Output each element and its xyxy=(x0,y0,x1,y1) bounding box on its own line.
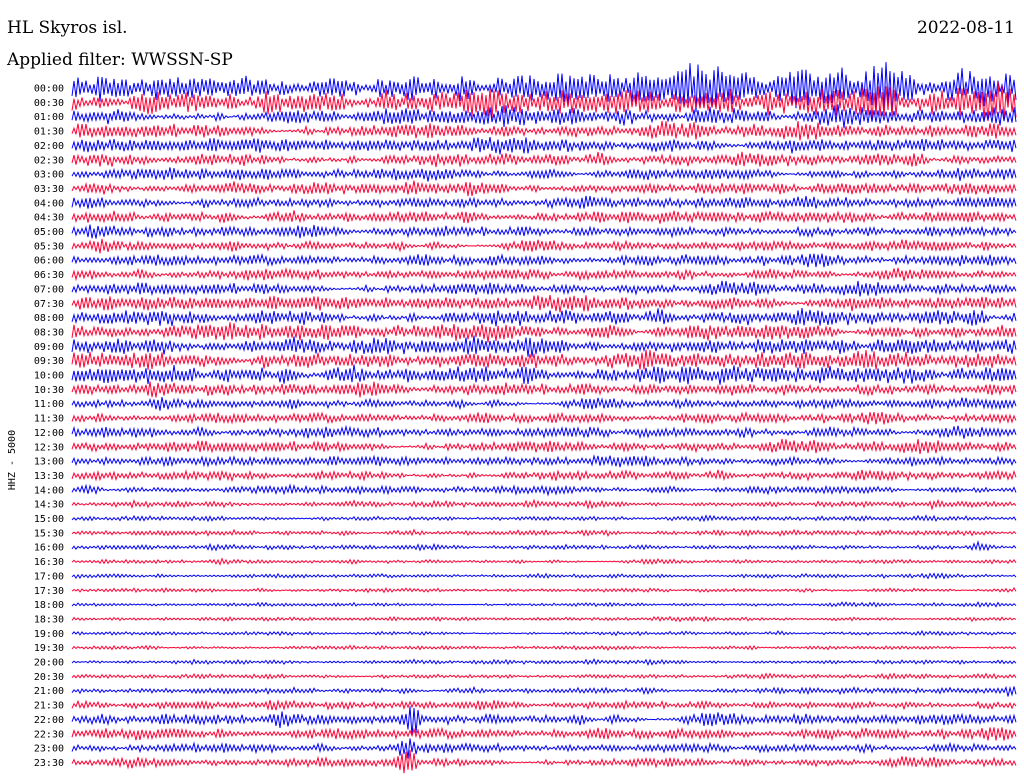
channel-label: HHZ - 5000 xyxy=(7,430,18,490)
trace-0330 xyxy=(71,180,1017,197)
trace-1400 xyxy=(71,483,1017,497)
tick-label: 14:30 xyxy=(34,500,64,511)
trace-1900 xyxy=(71,629,1017,637)
tick-label: 04:00 xyxy=(34,198,64,209)
tick-label: 01:30 xyxy=(34,127,64,138)
tick-label: 13:00 xyxy=(34,457,64,468)
trace-0630 xyxy=(71,267,1017,282)
tick-label: 23:30 xyxy=(34,758,64,769)
tick-label: 18:00 xyxy=(34,600,64,611)
trace-0530 xyxy=(71,238,1017,254)
tick-label: 15:30 xyxy=(34,528,64,539)
tick-label: 03:00 xyxy=(34,170,64,181)
trace-0300 xyxy=(71,167,1017,182)
tick-label: 08:00 xyxy=(34,313,64,324)
trace-0430 xyxy=(71,210,1017,224)
tick-label: 10:00 xyxy=(34,371,64,382)
trace-1500 xyxy=(71,514,1017,523)
tick-label: 16:00 xyxy=(34,543,64,554)
tick-label: 12:00 xyxy=(34,428,64,439)
tick-label: 14:00 xyxy=(34,485,64,496)
tick-label: 06:30 xyxy=(34,270,64,281)
trace-1330 xyxy=(71,468,1017,483)
trace-0700 xyxy=(71,280,1017,297)
tick-label: 02:30 xyxy=(34,155,64,166)
tick-label-group: 00:00 00:30 01:00 01:30 02:00 02:30 03:00 03:30… xyxy=(34,84,64,769)
trace-0830 xyxy=(71,322,1017,343)
trace-1230 xyxy=(71,438,1017,454)
tick-label: 17:00 xyxy=(34,571,64,582)
trace-2130 xyxy=(71,699,1017,711)
helicorder-chart: 00:00 00:30 01:00 01:30 02:00 02:30 03:00 03:30… xyxy=(0,0,1024,780)
tick-label: 13:30 xyxy=(34,471,64,482)
tick-label: 18:30 xyxy=(34,614,64,625)
trace-2330 xyxy=(71,750,1017,774)
trace-2030 xyxy=(71,672,1017,681)
trace-2300 xyxy=(71,738,1017,759)
trace-1600 xyxy=(71,539,1017,552)
trace-0200 xyxy=(71,137,1017,155)
trace-0100 xyxy=(71,104,1017,129)
tick-label: 19:00 xyxy=(34,629,64,640)
tick-label: 00:30 xyxy=(34,98,64,109)
tick-label: 23:00 xyxy=(34,744,64,755)
tick-label: 09:30 xyxy=(34,356,64,367)
tick-label: 11:30 xyxy=(34,414,64,425)
tick-label: 10:30 xyxy=(34,385,64,396)
trace-1130 xyxy=(71,410,1017,425)
tick-label: 01:00 xyxy=(34,112,64,123)
trace-0130 xyxy=(71,120,1017,141)
tick-label: 09:00 xyxy=(34,342,64,353)
helicorder-svg: 00:00 00:30 01:00 01:30 02:00 02:30 03:00 03:30… xyxy=(7,62,1017,774)
trace-1830 xyxy=(71,615,1017,623)
tick-label: 20:30 xyxy=(34,672,64,683)
trace-0800 xyxy=(71,308,1017,327)
tick-label: 20:00 xyxy=(34,658,64,669)
trace-1630 xyxy=(71,557,1017,566)
trace-1030 xyxy=(71,381,1017,398)
trace-2100 xyxy=(71,685,1017,697)
tick-label: 04:30 xyxy=(34,213,64,224)
trace-1730 xyxy=(71,587,1017,594)
trace-1100 xyxy=(71,397,1017,411)
tick-label: 19:30 xyxy=(34,643,64,654)
trace-1000 xyxy=(71,364,1017,385)
trace-1300 xyxy=(71,454,1017,468)
tick-label: 05:00 xyxy=(34,227,64,238)
tick-label: 17:30 xyxy=(34,586,64,597)
tick-label: 22:30 xyxy=(34,729,64,740)
tick-label: 08:30 xyxy=(34,327,64,338)
trace-1200 xyxy=(71,424,1017,440)
trace-2230 xyxy=(71,726,1017,741)
trace-1530 xyxy=(71,528,1017,537)
trace-0230 xyxy=(71,151,1017,168)
trace-0500 xyxy=(71,224,1017,239)
tick-label: 12:30 xyxy=(34,442,64,453)
tick-label: 03:30 xyxy=(34,184,64,195)
tick-label: 05:30 xyxy=(34,241,64,252)
tick-label: 21:00 xyxy=(34,686,64,697)
tick-label: 15:00 xyxy=(34,514,64,525)
trace-group xyxy=(71,62,1017,774)
tick-label: 07:30 xyxy=(34,299,64,310)
tick-label: 06:00 xyxy=(34,256,64,267)
tick-label: 21:30 xyxy=(34,701,64,712)
tick-label: 02:00 xyxy=(34,141,64,152)
trace-0400 xyxy=(71,195,1017,210)
trace-2000 xyxy=(71,657,1017,667)
tick-label: 11:00 xyxy=(34,399,64,410)
tick-label: 07:00 xyxy=(34,284,64,295)
tick-label: 22:00 xyxy=(34,715,64,726)
trace-1930 xyxy=(71,644,1017,652)
trace-0600 xyxy=(71,252,1017,268)
trace-1800 xyxy=(71,601,1017,608)
tick-label: 00:00 xyxy=(34,84,64,95)
trace-1430 xyxy=(71,498,1017,511)
tick-label: 16:30 xyxy=(34,557,64,568)
trace-0730 xyxy=(71,294,1017,313)
trace-1700 xyxy=(71,572,1017,580)
